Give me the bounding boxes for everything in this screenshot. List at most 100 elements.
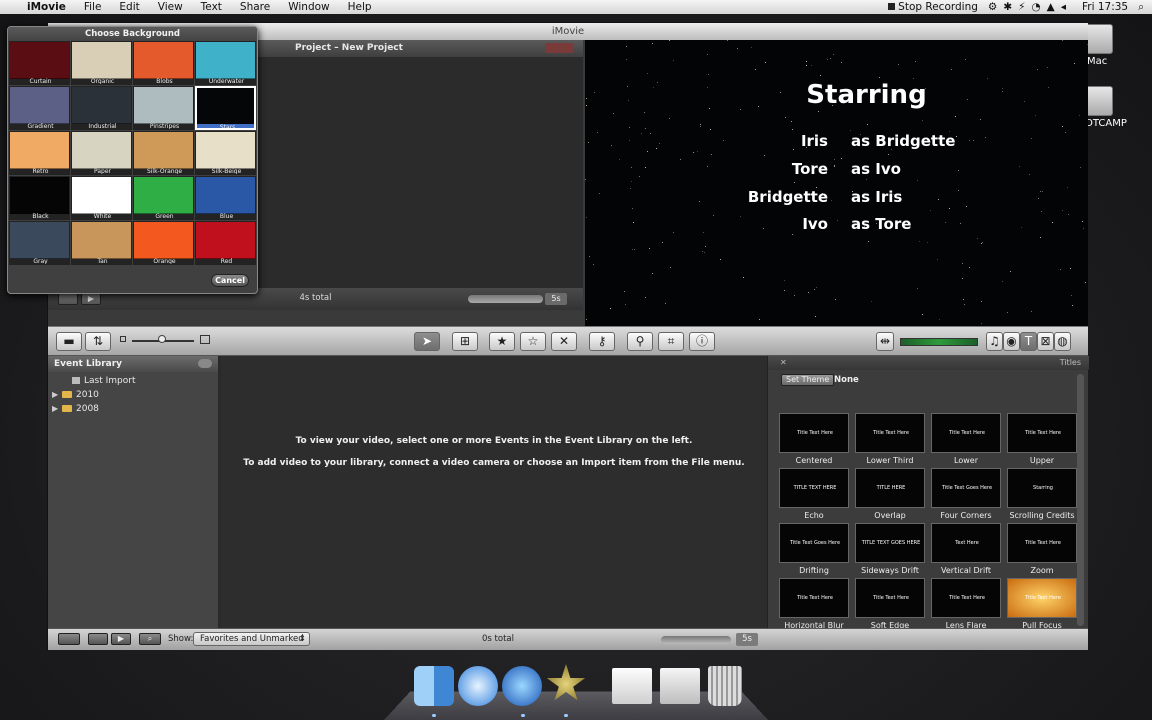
- add-to-project-button[interactable]: ⊞: [452, 332, 478, 351]
- safari-icon[interactable]: [458, 666, 498, 706]
- voiceover-button[interactable]: ⚲: [627, 332, 653, 351]
- title-style-sideways-drift[interactable]: TITLE TEXT GOES HERE Sideways Drift: [855, 523, 925, 577]
- background-tile-organic[interactable]: Organic: [71, 41, 132, 85]
- menu-help[interactable]: Help: [339, 0, 381, 14]
- background-tile-silk-beige[interactable]: Silk-Beige: [195, 131, 256, 175]
- star-dot: [879, 77, 880, 78]
- background-tile-pinstripes[interactable]: Pinstripes: [133, 86, 194, 130]
- title-style-scrolling-credits[interactable]: Starring Scrolling Credits: [1007, 468, 1077, 522]
- title-style-echo[interactable]: TITLE TEXT HERE Echo: [779, 468, 849, 522]
- viewer[interactable]: Starring Iris as Bridgette Tore as Ivo Bri…: [585, 40, 1088, 326]
- titles-scrollbar[interactable]: [1077, 374, 1084, 626]
- thumbnail-text: Title Text Here: [873, 595, 909, 601]
- background-tile-curtain[interactable]: Curtain: [9, 41, 70, 85]
- desktop-drive-bootcamp[interactable]: OTCAMP: [1085, 86, 1127, 129]
- title-style-lens-flare[interactable]: Title Text Here Lens Flare: [931, 578, 1001, 632]
- background-tile-label: Retro: [10, 168, 69, 174]
- crop-button[interactable]: ⌗: [658, 332, 684, 351]
- maps-browser-button[interactable]: ◍: [1054, 332, 1071, 351]
- event-item-last-import[interactable]: Last Import: [62, 374, 135, 388]
- set-theme-button[interactable]: Set Theme: [781, 374, 835, 386]
- background-tile-blue[interactable]: Blue: [195, 176, 256, 220]
- menu-app-name[interactable]: iMovie: [18, 0, 75, 14]
- title-style-four-corners[interactable]: Title Text Goes Here Four Corners: [931, 468, 1001, 522]
- titles-browser-button[interactable]: T: [1020, 332, 1037, 351]
- star-dot: [1060, 269, 1061, 270]
- audio-skim-button[interactable]: ⇹: [876, 332, 894, 351]
- quicktime-icon[interactable]: [502, 666, 542, 706]
- title-style-horizontal-blur[interactable]: Title Text Here Horizontal Blur: [779, 578, 849, 632]
- spotlight-icon[interactable]: ⌕: [1138, 1, 1144, 14]
- inspector-button[interactable]: ⓘ: [689, 332, 715, 351]
- trash-icon[interactable]: [708, 666, 742, 706]
- background-tile-gradient[interactable]: Gradient: [9, 86, 70, 130]
- menu-window[interactable]: Window: [279, 0, 338, 14]
- title-style-drifting[interactable]: Title Text Goes Here Drifting: [779, 523, 849, 577]
- title-style-zoom[interactable]: Title Text Here Zoom: [1007, 523, 1077, 577]
- photo-browser-button[interactable]: ◉: [1003, 332, 1020, 351]
- cancel-button[interactable]: Cancel: [211, 274, 249, 287]
- document-icon[interactable]: [612, 668, 652, 704]
- star-dot: [632, 249, 633, 250]
- disclosure-triangle-icon[interactable]: ▶: [52, 388, 62, 402]
- event-item-2010[interactable]: ▶ 2010: [52, 388, 99, 402]
- title-style-overlap[interactable]: TITLE HERE Overlap: [855, 468, 925, 522]
- title-style-centered[interactable]: Title Text Here Centered: [779, 413, 849, 467]
- star-dot: [702, 251, 703, 252]
- title-style-pull-focus[interactable]: Title Text Here Pull Focus: [1007, 578, 1077, 632]
- select-tool-button[interactable]: ➤: [414, 332, 440, 351]
- background-tile-black[interactable]: Black: [9, 176, 70, 220]
- background-tile-stars[interactable]: Stars: [195, 86, 256, 130]
- reject-button[interactable]: ✕: [551, 332, 577, 351]
- stop-recording-item[interactable]: Stop Recording: [888, 1, 978, 13]
- background-tile-orange[interactable]: Orange: [133, 221, 194, 265]
- event-item-2008[interactable]: ▶ 2008: [52, 402, 99, 416]
- menu-text[interactable]: Text: [192, 0, 231, 14]
- background-tile-gray[interactable]: Gray: [9, 221, 70, 265]
- finder-icon[interactable]: [414, 666, 454, 706]
- event-browser[interactable]: To view your video, select one or more E…: [221, 356, 767, 628]
- background-tile-green[interactable]: Green: [133, 176, 194, 220]
- unmark-button[interactable]: ☆: [520, 332, 546, 351]
- swap-button[interactable]: ⇅: [85, 332, 111, 351]
- keyword-button[interactable]: ⚷: [589, 332, 615, 351]
- star-dot: [652, 43, 653, 44]
- title-style-soft-edge[interactable]: Title Text Here Soft Edge: [855, 578, 925, 632]
- camera-import-button[interactable]: ▬: [56, 332, 82, 351]
- background-tile-white[interactable]: White: [71, 176, 132, 220]
- favorite-button[interactable]: ★: [489, 332, 515, 351]
- transitions-browser-button[interactable]: ⊠: [1037, 332, 1054, 351]
- star-dot: [1002, 281, 1003, 282]
- title-style-vertical-drift[interactable]: Text Here Vertical Drift: [931, 523, 1001, 577]
- background-tile-industrial[interactable]: Industrial: [71, 86, 132, 130]
- menu-edit[interactable]: Edit: [110, 0, 148, 14]
- background-tile-red[interactable]: Red: [195, 221, 256, 265]
- background-swatch: [10, 132, 69, 169]
- menu-share[interactable]: Share: [231, 0, 279, 14]
- background-tile-retro[interactable]: Retro: [9, 131, 70, 175]
- background-tile-tan[interactable]: Tan: [71, 221, 132, 265]
- star-dot: [626, 46, 627, 47]
- music-browser-button[interactable]: ♫: [986, 332, 1003, 351]
- background-tile-blobs[interactable]: Blobs: [133, 41, 194, 85]
- title-style-upper[interactable]: Title Text Here Upper: [1007, 413, 1077, 467]
- slider-knob[interactable]: [158, 335, 166, 343]
- background-tile-underwater[interactable]: Underwater: [195, 41, 256, 85]
- close-icon[interactable]: ✕: [780, 356, 787, 370]
- title-style-lower[interactable]: Title Text Here Lower: [931, 413, 1001, 467]
- background-tile-silk-orange[interactable]: Silk-Orange: [133, 131, 194, 175]
- menu-file[interactable]: File: [75, 0, 111, 14]
- zoom-slider[interactable]: [468, 295, 543, 303]
- clock[interactable]: Fri 17:35: [1082, 1, 1128, 13]
- disclosure-triangle-icon[interactable]: ▶: [52, 402, 62, 416]
- menu-view[interactable]: View: [149, 0, 192, 14]
- title-style-lower-third[interactable]: Title Text Here Lower Third: [855, 413, 925, 467]
- background-tile-paper[interactable]: Paper: [71, 131, 132, 175]
- project-flag-icon[interactable]: [545, 43, 573, 53]
- desktop-drive-mac[interactable]: Mac: [1085, 24, 1113, 67]
- preview-icon[interactable]: [660, 668, 700, 704]
- background-tile-label: Green: [134, 213, 193, 219]
- zoom-slider[interactable]: [661, 636, 731, 644]
- event-library-toggle-icon[interactable]: [198, 359, 212, 368]
- star-dot: [727, 40, 728, 41]
